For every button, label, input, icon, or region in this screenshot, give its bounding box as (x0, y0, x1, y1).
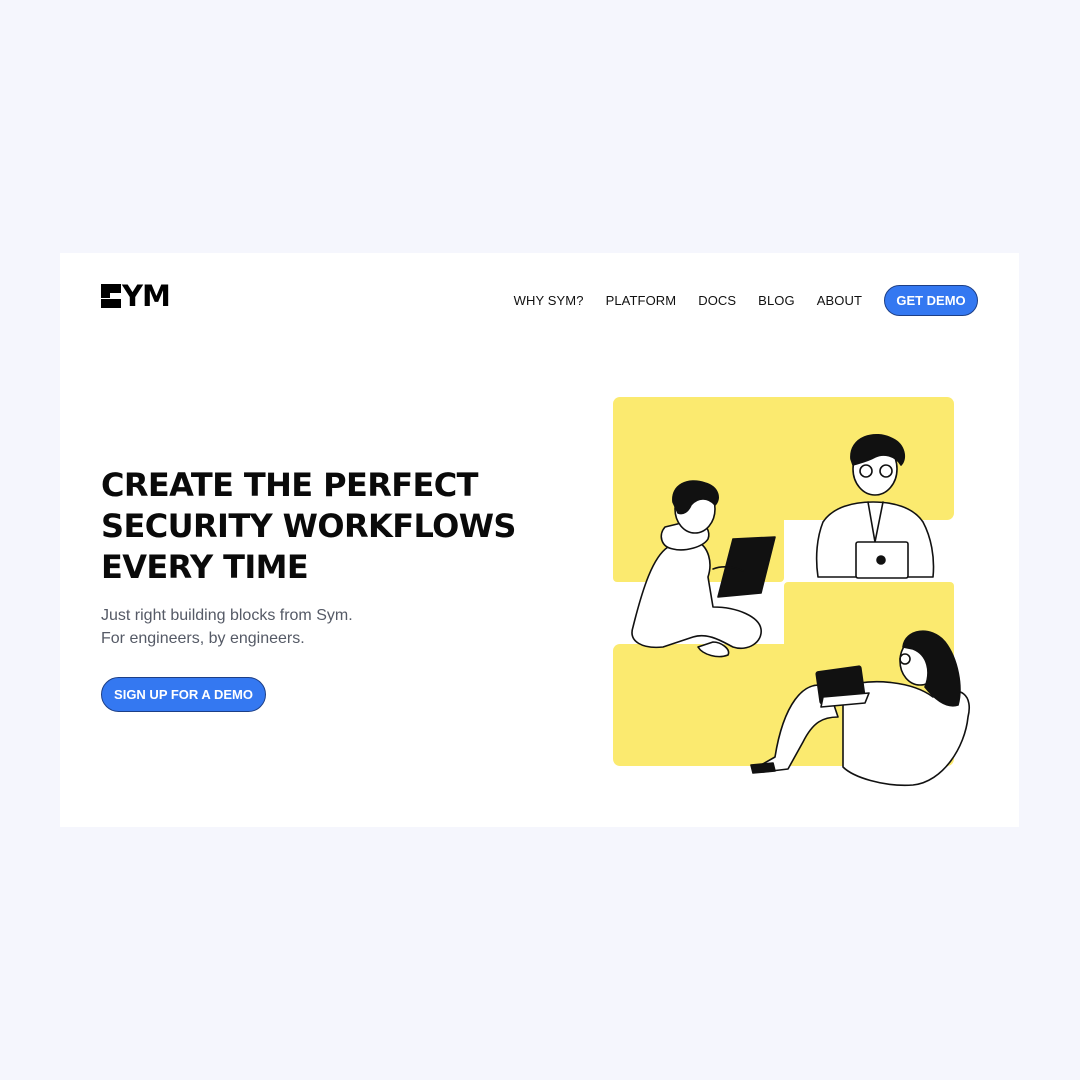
nav-link-blog[interactable]: BLOG (758, 293, 795, 308)
main-nav: WHY SYM? PLATFORM DOCS BLOG ABOUT GET DE… (514, 284, 978, 317)
headline-line: CREATE THE PERFECT (101, 466, 478, 504)
sym-logo[interactable]: YM (101, 280, 186, 312)
subtext-line: For engineers, by engineers. (101, 630, 305, 647)
headline-line: EVERY TIME (101, 548, 309, 586)
headline-line: SECURITY WORKFLOWS (101, 507, 516, 545)
logo-wordmark: YM (122, 279, 171, 313)
nav-link-about[interactable]: ABOUT (817, 293, 862, 308)
sign-up-demo-button[interactable]: SIGN UP FOR A DEMO (101, 677, 266, 712)
hero-subtext: Just right building blocks from Sym. For… (101, 604, 353, 650)
engineers-illustration (613, 397, 970, 787)
get-demo-button[interactable]: GET DEMO (884, 285, 978, 316)
subtext-line: Just right building blocks from Sym. (101, 607, 353, 624)
hero-headline: CREATE THE PERFECT SECURITY WORKFLOWS EV… (101, 465, 571, 588)
nav-link-why-sym[interactable]: WHY SYM? (514, 293, 584, 308)
nav-link-docs[interactable]: DOCS (698, 293, 736, 308)
sym-logo-icon (101, 284, 121, 308)
hero-card: YM WHY SYM? PLATFORM DOCS BLOG ABOUT GET… (60, 253, 1019, 827)
nav-link-platform[interactable]: PLATFORM (606, 293, 677, 308)
